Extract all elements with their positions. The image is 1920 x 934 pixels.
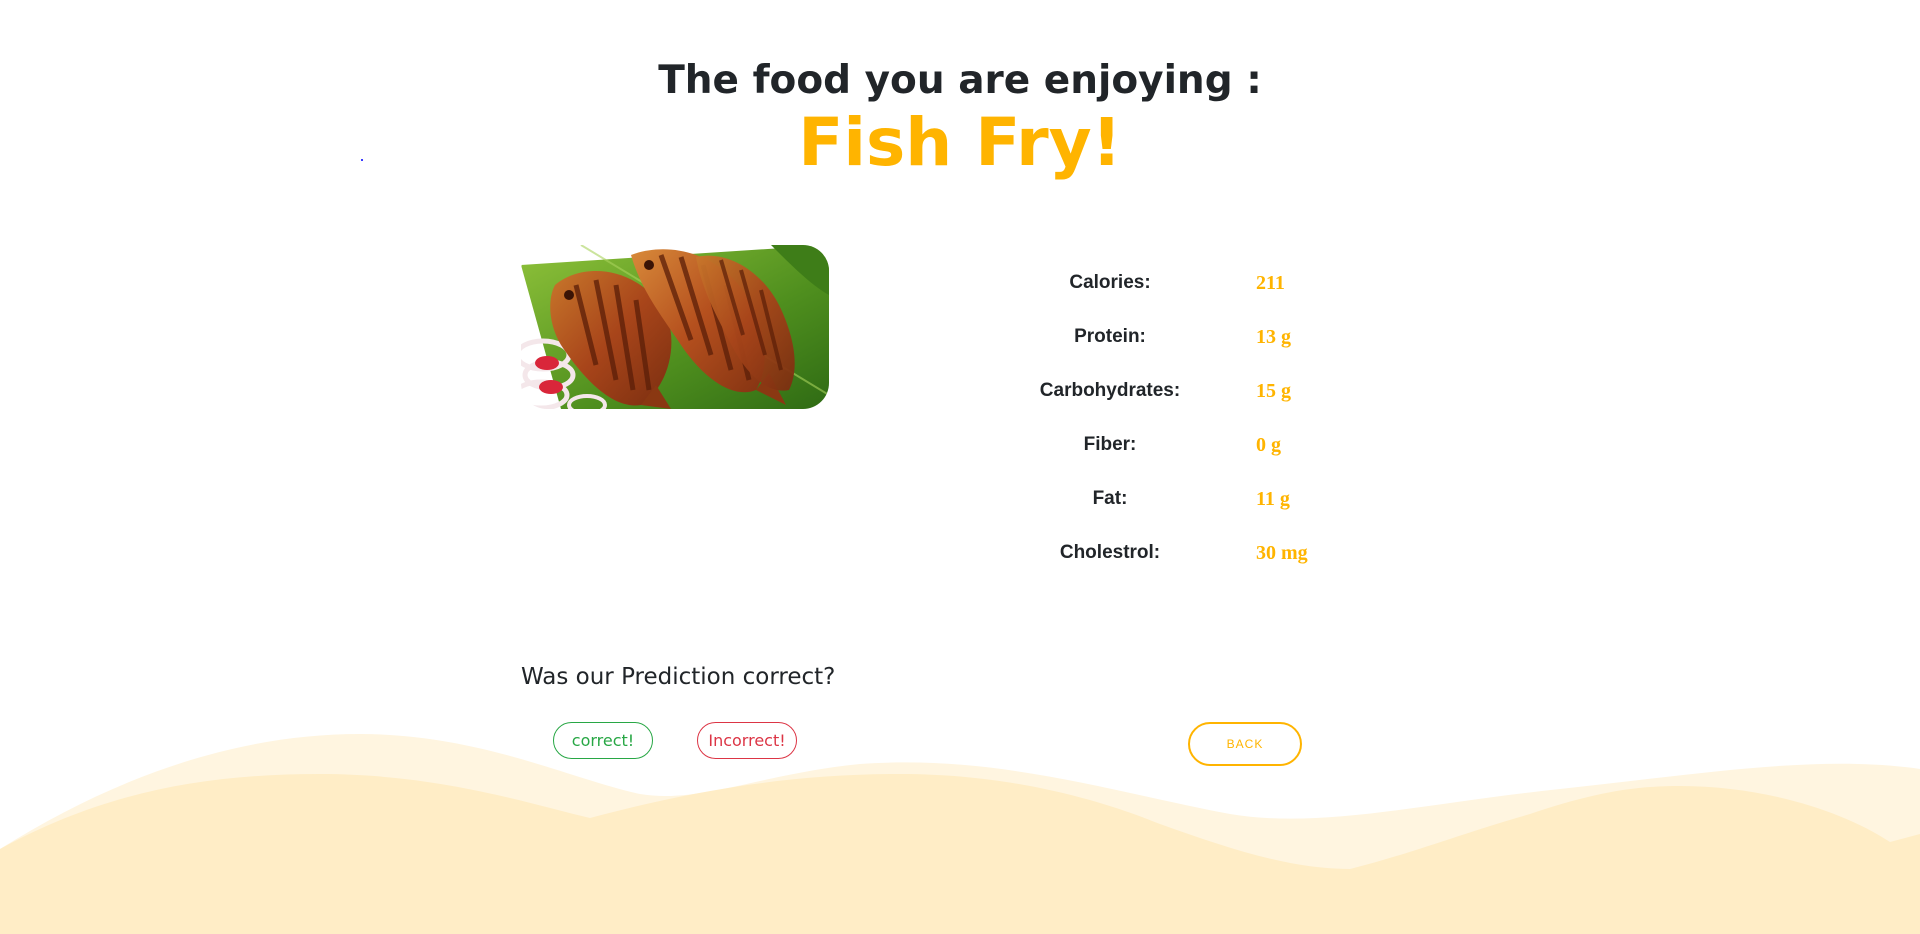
page-title: The food you are enjoying :	[658, 58, 1262, 103]
nutrition-value: 0 g	[1256, 433, 1281, 456]
nutrition-value: 15 g	[1256, 379, 1291, 402]
correct-button[interactable]: correct!	[553, 722, 653, 759]
nutrition-label: Protein:	[1074, 326, 1146, 347]
prediction-question: Was our Prediction correct?	[521, 664, 836, 690]
nutrition-label: Fiber:	[1083, 434, 1137, 455]
nutrition-value: 13 g	[1256, 325, 1291, 348]
nutrition-value: 211	[1256, 271, 1285, 294]
nutrition-label: Fat:	[1092, 488, 1128, 509]
nutrition-label: Calories:	[1069, 272, 1151, 293]
fish-fry-illustration	[521, 245, 829, 409]
page: The food you are enjoying : Fish Fry! Ca…	[0, 0, 1920, 934]
nutrition-table: Calories: 211 Protein: 13 g Carbohydrate…	[1010, 256, 1390, 580]
back-button[interactable]: BACK	[1188, 722, 1302, 766]
nutrition-value: 11 g	[1256, 487, 1290, 510]
incorrect-button[interactable]: Incorrect!	[697, 722, 797, 759]
stray-dot	[361, 159, 363, 161]
nutrition-value: 30 mg	[1256, 541, 1308, 564]
nutrition-row-protein: Protein: 13 g	[1010, 310, 1390, 364]
nutrition-row-fiber: Fiber: 0 g	[1010, 418, 1390, 472]
nutrition-row-fat: Fat: 11 g	[1010, 472, 1390, 526]
nutrition-label: Carbohydrates:	[1039, 380, 1181, 401]
predicted-food-name: Fish Fry!	[798, 104, 1122, 181]
decorative-waves	[0, 734, 1920, 934]
nutrition-row-carbohydrates: Carbohydrates: 15 g	[1010, 364, 1390, 418]
nutrition-label: Cholestrol:	[1059, 542, 1161, 563]
nutrition-row-calories: Calories: 211	[1010, 256, 1390, 310]
food-image	[521, 245, 829, 409]
wave-front	[0, 774, 1920, 934]
nutrition-row-cholestrol: Cholestrol: 30 mg	[1010, 526, 1390, 580]
